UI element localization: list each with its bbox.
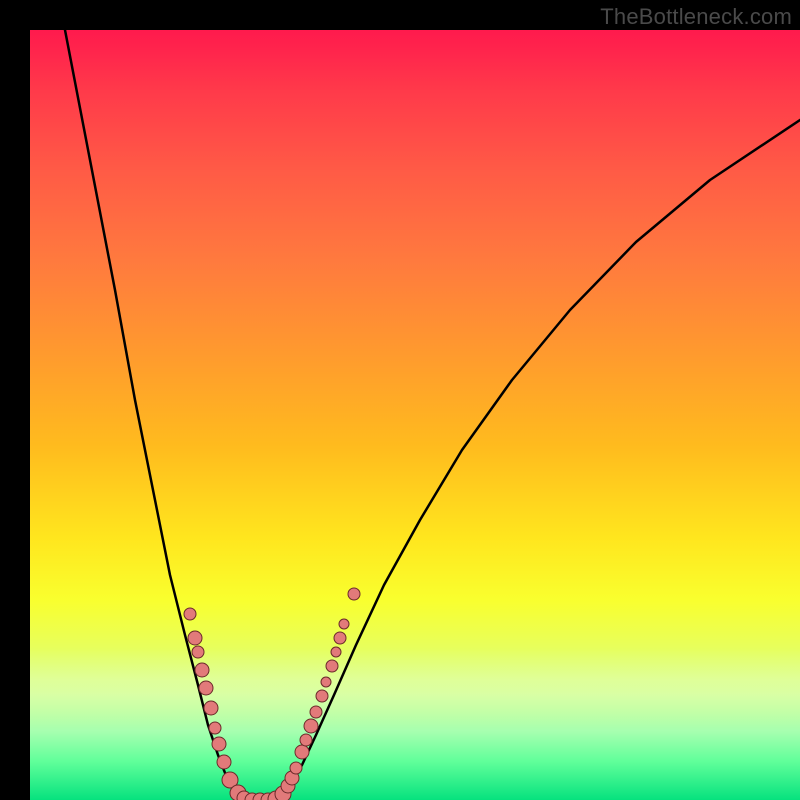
- bottleneck-curve: [30, 30, 800, 800]
- data-point: [217, 755, 231, 769]
- highlight-band: [30, 648, 800, 728]
- data-point: [230, 785, 246, 800]
- data-point: [295, 745, 309, 759]
- data-point: [199, 681, 213, 695]
- curve-dots: [184, 588, 360, 800]
- data-point: [195, 663, 209, 677]
- data-point: [253, 793, 267, 800]
- data-point: [316, 690, 328, 702]
- data-point: [310, 706, 322, 718]
- data-point: [237, 791, 251, 800]
- curve-path: [65, 30, 800, 800]
- data-point: [245, 793, 259, 800]
- data-point: [334, 632, 346, 644]
- data-point: [290, 762, 302, 774]
- watermark-text: TheBottleneck.com: [600, 4, 792, 30]
- data-point: [304, 719, 318, 733]
- data-point: [261, 793, 275, 800]
- data-point: [204, 701, 218, 715]
- data-point: [321, 677, 331, 687]
- plot-area: [30, 30, 800, 800]
- data-point: [184, 608, 196, 620]
- data-point: [212, 737, 226, 751]
- data-point: [326, 660, 338, 672]
- data-point: [209, 722, 221, 734]
- data-point: [275, 786, 291, 800]
- data-point: [192, 646, 204, 658]
- data-point: [285, 771, 299, 785]
- data-point: [339, 619, 349, 629]
- data-point: [331, 647, 341, 657]
- data-point: [222, 772, 238, 788]
- data-point: [348, 588, 360, 600]
- data-point: [281, 779, 295, 793]
- chart-frame: TheBottleneck.com: [0, 0, 800, 800]
- data-point: [300, 734, 312, 746]
- data-point: [268, 791, 284, 800]
- data-point: [188, 631, 202, 645]
